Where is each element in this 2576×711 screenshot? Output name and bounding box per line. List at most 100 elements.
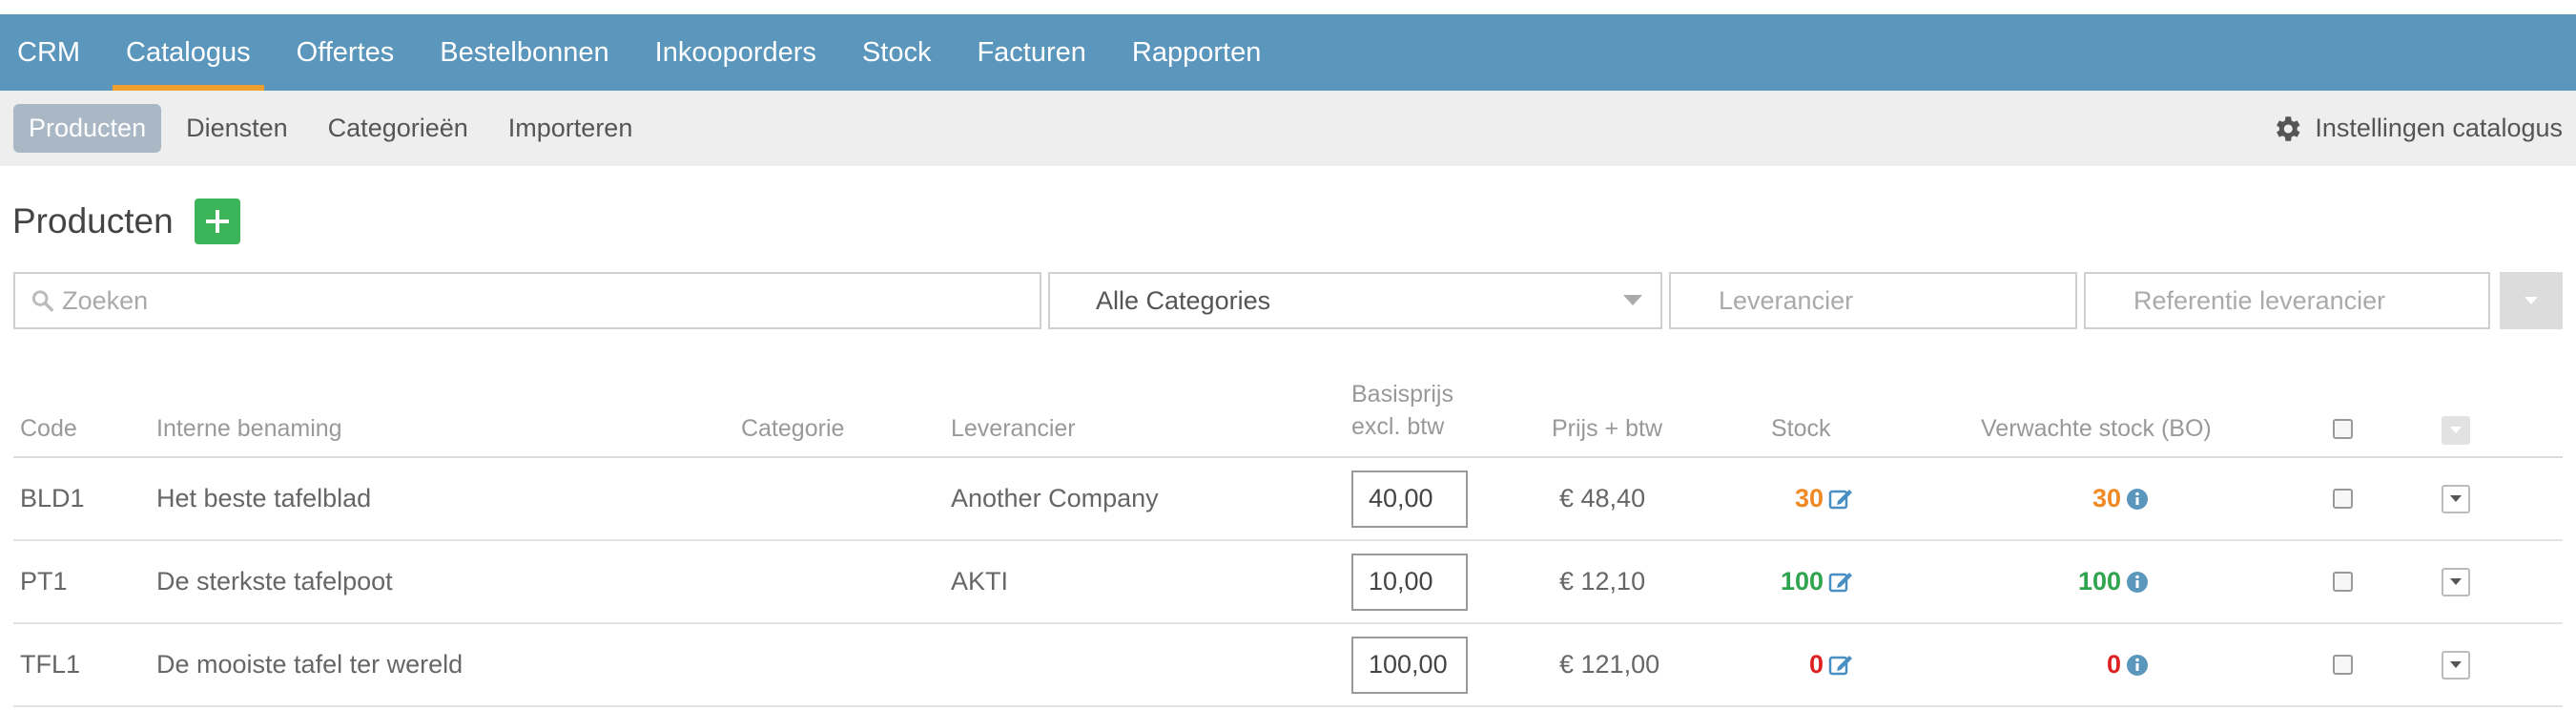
supplier-input[interactable] (1717, 284, 2075, 317)
base-price-input[interactable]: 10,00 (1351, 553, 1468, 611)
edit-stock-button[interactable] (1828, 458, 1853, 539)
edit-stock-button[interactable] (1828, 541, 1853, 622)
header-expected-stock[interactable]: Verwachte stock (BO) (1981, 415, 2212, 443)
row-actions-dropdown[interactable] (2442, 458, 2470, 539)
table-row[interactable]: BLD1 Het beste tafelblad Another Company… (13, 458, 2563, 541)
catalog-settings-label: Instellingen catalogus (2315, 114, 2563, 142)
cell-base-price: 10,00 (1351, 541, 1468, 622)
cell-name[interactable]: De sterkste tafelpoot (156, 541, 393, 622)
stock-value: 0 (1808, 650, 1824, 679)
nav-item-offertes[interactable]: Offertes (283, 14, 408, 91)
subnav-item-importeren[interactable]: Importeren (493, 104, 649, 153)
cell-stock: 0 (1766, 624, 1824, 705)
sub-nav: Producten Diensten Categorieën Importere… (0, 91, 2576, 166)
nav-item-stock[interactable]: Stock (849, 14, 945, 91)
header-stock[interactable]: Stock (1771, 415, 1831, 443)
cell-stock: 100 (1766, 541, 1824, 622)
caret-down-icon (2450, 660, 2462, 668)
nav-item-inkooporders[interactable]: Inkooporders (642, 14, 830, 91)
caret-down-icon (2524, 297, 2538, 304)
nav-item-catalogus[interactable]: Catalogus (113, 14, 264, 91)
nav-item-crm[interactable]: CRM (4, 14, 93, 91)
products-table: Code Interne benaming Categorie Leveranc… (13, 381, 2563, 707)
row-actions-dropdown[interactable] (2442, 541, 2470, 622)
cell-expected-stock: 0 (2064, 624, 2121, 705)
row-checkbox[interactable] (2333, 458, 2353, 539)
nav-item-bestelbonnen[interactable]: Bestelbonnen (426, 14, 622, 91)
category-select[interactable]: Alle Categories (1048, 272, 1662, 329)
cell-base-price: 40,00 (1351, 458, 1468, 539)
caret-down-icon (2450, 494, 2462, 502)
header-base-price[interactable]: Basisprijs excl. btw (1351, 378, 1453, 443)
chevron-down-icon (1623, 295, 1642, 305)
header-code[interactable]: Code (20, 415, 77, 443)
catalog-settings-link[interactable]: Instellingen catalogus (2271, 91, 2563, 166)
gear-icon (2277, 115, 2300, 141)
cell-base-price: 100,00 (1351, 624, 1468, 705)
select-all-checkbox[interactable] (2333, 419, 2353, 439)
header-supplier[interactable]: Leverancier (951, 415, 1076, 443)
header-category[interactable]: Categorie (741, 415, 844, 443)
page-title: Producten (12, 201, 174, 240)
cell-price-vat: € 121,00 (1559, 650, 1660, 679)
search-input[interactable] (60, 284, 1040, 317)
cell-name[interactable]: De mooiste tafel ter wereld (156, 624, 463, 705)
table-row[interactable]: PT1 De sterkste tafelpoot AKTI 10,00 € 1… (13, 541, 2563, 624)
edit-stock-button[interactable] (1828, 624, 1853, 705)
title-row: Producten (0, 180, 2576, 262)
plus-icon (205, 210, 229, 233)
base-price-input[interactable]: 40,00 (1351, 470, 1468, 528)
nav-item-facturen[interactable]: Facturen (963, 14, 1099, 91)
caret-down-icon (2450, 577, 2462, 585)
cell-price-vat: € 12,10 (1559, 567, 1646, 596)
subnav-item-categorieen[interactable]: Categorieën (313, 104, 484, 153)
table-row[interactable]: TFL1 De mooiste tafel ter wereld 100,00 … (13, 624, 2563, 707)
stock-value: 30 (1794, 484, 1824, 512)
top-strip (0, 0, 2576, 14)
header-base-price-line1: Basisprijs (1351, 381, 1453, 408)
filter-dropdown-button[interactable] (2500, 272, 2563, 329)
row-actions-dropdown[interactable] (2442, 624, 2470, 705)
cell-price-vat: € 48,40 (1559, 484, 1646, 512)
edit-icon (1828, 655, 1852, 675)
category-select-value: Alle Categories (1096, 285, 1271, 315)
info-icon[interactable] (2126, 541, 2149, 622)
stock-value: 100 (1780, 567, 1824, 596)
bulk-actions-dropdown[interactable] (2442, 416, 2470, 445)
cell-expected-stock: 100 (2064, 541, 2121, 622)
info-icon[interactable] (2126, 624, 2149, 705)
cell-code: BLD1 (20, 484, 85, 512)
header-name[interactable]: Interne benaming (156, 415, 342, 443)
header-price-vat[interactable]: Prijs + btw (1552, 415, 1662, 443)
search-box (13, 272, 1041, 329)
main-nav: CRM Catalogus Offertes Bestelbonnen Inko… (0, 14, 2576, 91)
nav-item-rapporten[interactable]: Rapporten (1119, 14, 1274, 91)
supplier-ref-box (2084, 272, 2490, 329)
cell-name[interactable]: Het beste tafelblad (156, 458, 371, 539)
row-checkbox[interactable] (2333, 541, 2353, 622)
cell-stock: 30 (1766, 458, 1824, 539)
expected-stock-value: 0 (2106, 650, 2121, 679)
info-icon[interactable] (2126, 458, 2149, 539)
header-base-price-line2: excl. btw (1351, 413, 1445, 440)
cell-code: TFL1 (20, 650, 81, 679)
cell-supplier: Another Company (951, 484, 1159, 512)
cell-code: PT1 (20, 567, 68, 596)
row-checkbox[interactable] (2333, 624, 2353, 705)
subnav-item-producten[interactable]: Producten (13, 104, 162, 153)
edit-icon (1828, 572, 1852, 592)
add-product-button[interactable] (194, 199, 240, 244)
edit-icon (1828, 489, 1852, 509)
filter-bar: Alle Categories (0, 272, 2576, 331)
cell-expected-stock: 30 (2064, 458, 2121, 539)
subnav-item-diensten[interactable]: Diensten (171, 104, 303, 153)
expected-stock-value: 30 (2092, 484, 2121, 512)
supplier-ref-input[interactable] (2132, 284, 2488, 317)
cell-supplier: AKTI (951, 567, 1009, 596)
base-price-input[interactable]: 100,00 (1351, 636, 1468, 694)
supplier-box (1669, 272, 2077, 329)
search-icon (31, 290, 53, 312)
caret-down-icon (2450, 427, 2462, 433)
table-header: Code Interne benaming Categorie Leveranc… (13, 381, 2563, 458)
expected-stock-value: 100 (2077, 567, 2121, 596)
